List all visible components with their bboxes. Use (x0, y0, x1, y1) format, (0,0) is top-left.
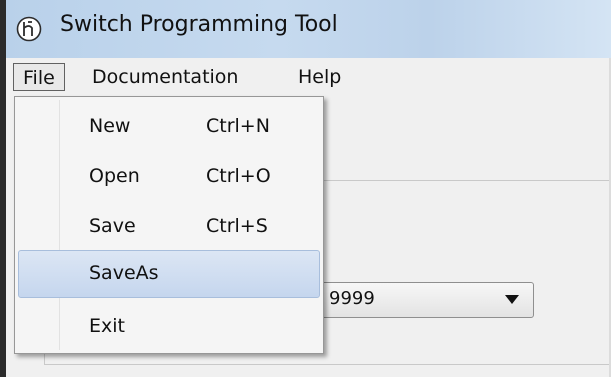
menu-item-saveas[interactable]: SaveAs (18, 250, 320, 298)
menu-file[interactable]: File (13, 63, 65, 91)
menu-item-shortcut: Ctrl+N (206, 115, 270, 137)
menu-help[interactable]: Help (289, 63, 350, 91)
combobox-value: 9999 (329, 288, 375, 309)
menu-item-shortcut: Ctrl+O (206, 165, 271, 187)
app-logo-icon (16, 16, 42, 42)
menu-documentation[interactable]: Documentation (83, 63, 247, 91)
title-bar[interactable]: Switch Programming Tool (6, 0, 611, 58)
menu-item-label: New (89, 115, 131, 137)
menu-item-label: SaveAs (89, 262, 159, 284)
value-combobox[interactable]: 9999 (314, 282, 534, 318)
chevron-down-icon[interactable] (505, 295, 519, 304)
app-window: Switch Programming Tool File Documentati… (0, 0, 611, 377)
menu-item-exit[interactable]: Exit (18, 303, 320, 351)
panel-border-bottom (44, 364, 611, 365)
window-title: Switch Programming Tool (60, 12, 338, 37)
menu-bar: File Documentation Help (6, 58, 611, 96)
menu-item-new[interactable]: New Ctrl+N (18, 103, 320, 151)
menu-item-label: Exit (89, 315, 125, 337)
file-menu-dropdown: New Ctrl+N Open Ctrl+O Save Ctrl+S SaveA… (14, 96, 324, 354)
menu-item-label: Save (89, 215, 136, 237)
group-divider (324, 180, 611, 181)
menu-item-open[interactable]: Open Ctrl+O (18, 153, 320, 201)
menu-item-shortcut: Ctrl+S (206, 215, 268, 237)
menu-item-save[interactable]: Save Ctrl+S (18, 203, 320, 251)
menu-item-label: Open (89, 165, 140, 187)
